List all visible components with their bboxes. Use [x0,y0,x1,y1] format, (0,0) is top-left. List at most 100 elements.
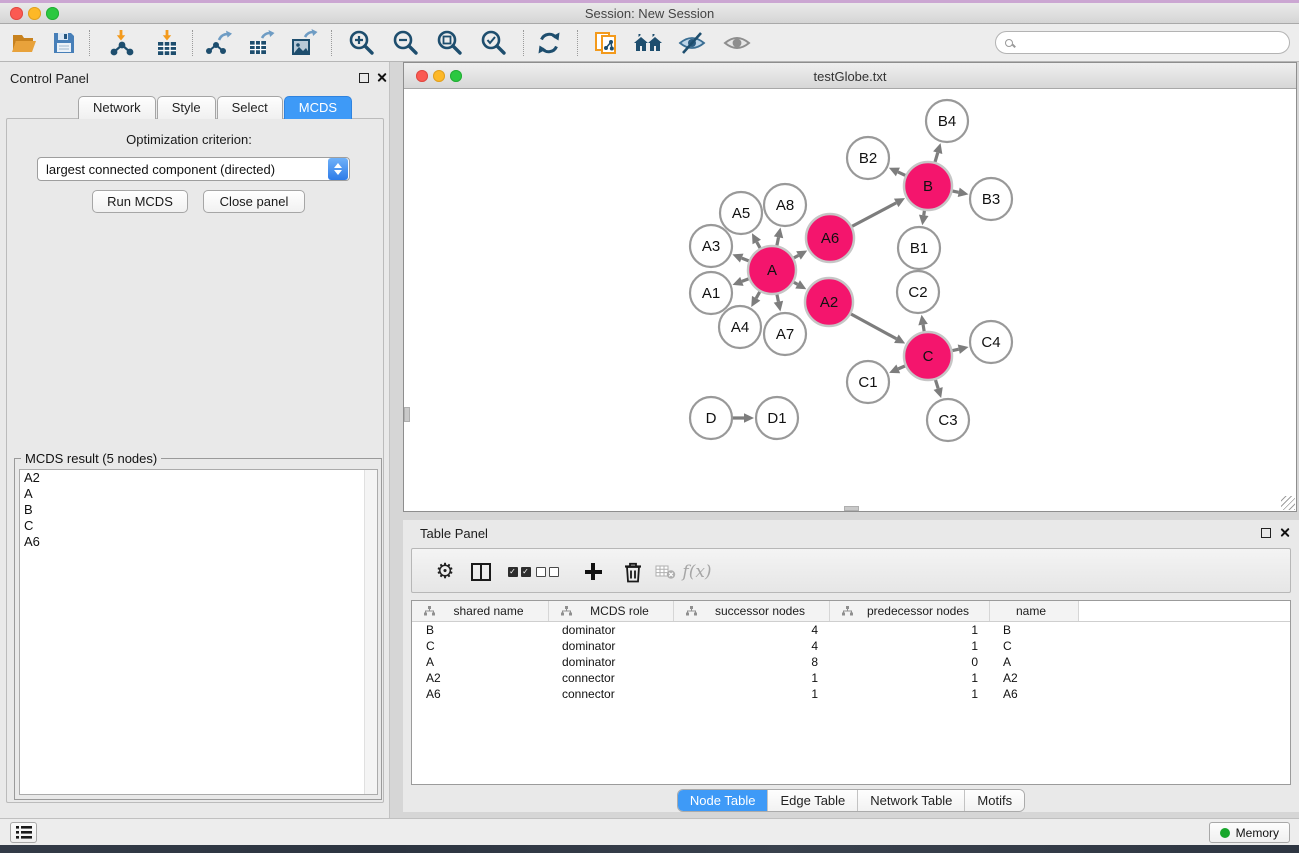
table-cell[interactable]: 1 [829,686,989,702]
graph-node-A1[interactable]: A1 [690,272,732,314]
column-header-shared-name[interactable]: shared name [412,601,548,621]
table-row[interactable]: A6connector11A6 [412,686,1290,702]
unselect-all-columns-icon[interactable] [534,549,560,594]
table-options-gear-icon[interactable]: ⚙ [432,549,458,594]
table-cell[interactable]: 0 [829,654,989,670]
table-row[interactable]: Bdominator41B [412,622,1290,638]
network-resize-grip[interactable] [1281,496,1295,510]
run-mcds-button[interactable]: Run MCDS [92,190,188,213]
graph-node-B3[interactable]: B3 [970,178,1012,220]
graph-node-D[interactable]: D [690,397,732,439]
table-panel-close-icon[interactable] [1279,527,1290,538]
table-cell[interactable]: A6 [412,686,548,702]
table-cell[interactable]: connector [548,670,673,686]
table-cell[interactable]: C [989,638,1078,654]
table-cell[interactable]: 1 [829,638,989,654]
tab-style[interactable]: Style [157,96,216,119]
import-network-icon[interactable] [106,28,136,58]
node-table[interactable]: shared nameMCDS rolesuccessor nodesprede… [411,600,1291,785]
table-cell[interactable]: A [412,654,548,670]
control-panel-float-icon[interactable] [359,73,369,83]
graph-node-C4[interactable]: C4 [970,321,1012,363]
graph-node-C3[interactable]: C3 [927,399,969,441]
graph-node-A3[interactable]: A3 [690,225,732,267]
show-all-eye-icon[interactable] [722,28,752,58]
table-cell[interactable]: 4 [673,638,829,654]
table-cell[interactable]: 8 [673,654,829,670]
column-header-predecessor-nodes[interactable]: predecessor nodes [829,601,989,621]
mcds-result-item[interactable]: B [20,502,377,518]
tab-select[interactable]: Select [217,96,283,119]
control-panel-close-icon[interactable] [376,72,387,83]
mcds-result-list[interactable]: A2ABCA6 [19,469,378,795]
mcds-result-scrollbar[interactable] [364,470,377,794]
table-cell[interactable]: A2 [989,670,1078,686]
column-header-successor-nodes[interactable]: successor nodes [673,601,829,621]
show-column-icon[interactable] [468,549,494,594]
table-cell[interactable]: 1 [829,670,989,686]
table-cell[interactable]: dominator [548,638,673,654]
graph-node-A8[interactable]: A8 [764,184,806,226]
zoom-fit-icon[interactable] [435,28,465,58]
close-panel-button[interactable]: Close panel [203,190,305,213]
zoom-selected-icon[interactable] [479,28,509,58]
graph-node-B1[interactable]: B1 [898,227,940,269]
table-cell[interactable]: connector [548,686,673,702]
column-header-name[interactable]: name [989,601,1078,621]
graph-node-A2[interactable]: A2 [805,278,853,326]
graph-node-B2[interactable]: B2 [847,137,889,179]
table-cell[interactable]: 1 [673,670,829,686]
table-cell[interactable]: A6 [989,686,1078,702]
graph-node-A4[interactable]: A4 [719,306,761,348]
open-session-icon[interactable] [9,28,39,58]
graph-node-A[interactable]: A [748,246,796,294]
table-row[interactable]: Adominator80A [412,654,1290,670]
network-vscroll-stub[interactable] [404,407,410,422]
memory-button[interactable]: Memory [1209,822,1290,843]
table-cell[interactable]: C [412,638,548,654]
table-cell[interactable]: A [989,654,1078,670]
table-panel-float-icon[interactable] [1261,528,1271,538]
network-canvas[interactable]: B4 B2 B B3 A5A8A6 B1 A3 A C2 A1 A2 A4A7 C4 C C1 C3 D D1 [404,89,1296,511]
graph-node-C2[interactable]: C2 [897,271,939,313]
tab-network[interactable]: Network [78,96,156,119]
export-table-icon[interactable] [246,28,276,58]
search-field[interactable] [995,31,1290,54]
table-cell[interactable]: 1 [829,622,989,638]
network-graph[interactable]: B4 B2 B B3 A5A8A6 B1 A3 A C2 A1 A2 A4A7 C4 C C1 C3 D D1 [404,89,1296,510]
zoom-out-icon[interactable] [391,28,421,58]
table-cell[interactable]: 4 [673,622,829,638]
table-tab-edge-table[interactable]: Edge Table [767,790,857,811]
mcds-result-item[interactable]: A [20,486,377,502]
search-input[interactable] [1013,36,1289,50]
network-window-titlebar[interactable]: testGlobe.txt [404,63,1296,89]
mcds-result-item[interactable]: A2 [20,470,377,486]
table-tab-network-table[interactable]: Network Table [857,790,964,811]
table-tab-motifs[interactable]: Motifs [964,790,1024,811]
graph-node-A6[interactable]: A6 [806,214,854,262]
mcds-result-item[interactable]: C [20,518,377,534]
add-row-plus-icon[interactable] [580,549,606,594]
graph-node-D1[interactable]: D1 [756,397,798,439]
new-network-from-selection-icon[interactable] [592,28,622,58]
graph-node-B4[interactable]: B4 [926,100,968,142]
graph-node-A7[interactable]: A7 [764,313,806,355]
graph-node-A5[interactable]: A5 [720,192,762,234]
graph-node-C1[interactable]: C1 [847,361,889,403]
table-cell[interactable]: 1 [673,686,829,702]
table-tab-node-table[interactable]: Node Table [678,790,768,811]
table-row[interactable]: A2connector11A2 [412,670,1290,686]
table-cell[interactable]: dominator [548,622,673,638]
save-session-icon[interactable] [49,28,79,58]
select-all-columns-icon[interactable]: ✓✓ [506,549,532,594]
graph-node-B[interactable]: B [904,162,952,210]
table-cell[interactable]: dominator [548,654,673,670]
export-image-icon[interactable] [289,28,319,58]
network-hscroll-stub[interactable] [844,506,859,511]
apply-layout-icon[interactable] [534,28,564,58]
tab-mcds[interactable]: MCDS [284,96,352,119]
column-header-mcds-role[interactable]: MCDS role [548,601,673,621]
table-cell[interactable]: A2 [412,670,548,686]
task-history-button[interactable] [10,822,37,843]
graph-node-C[interactable]: C [904,332,952,380]
